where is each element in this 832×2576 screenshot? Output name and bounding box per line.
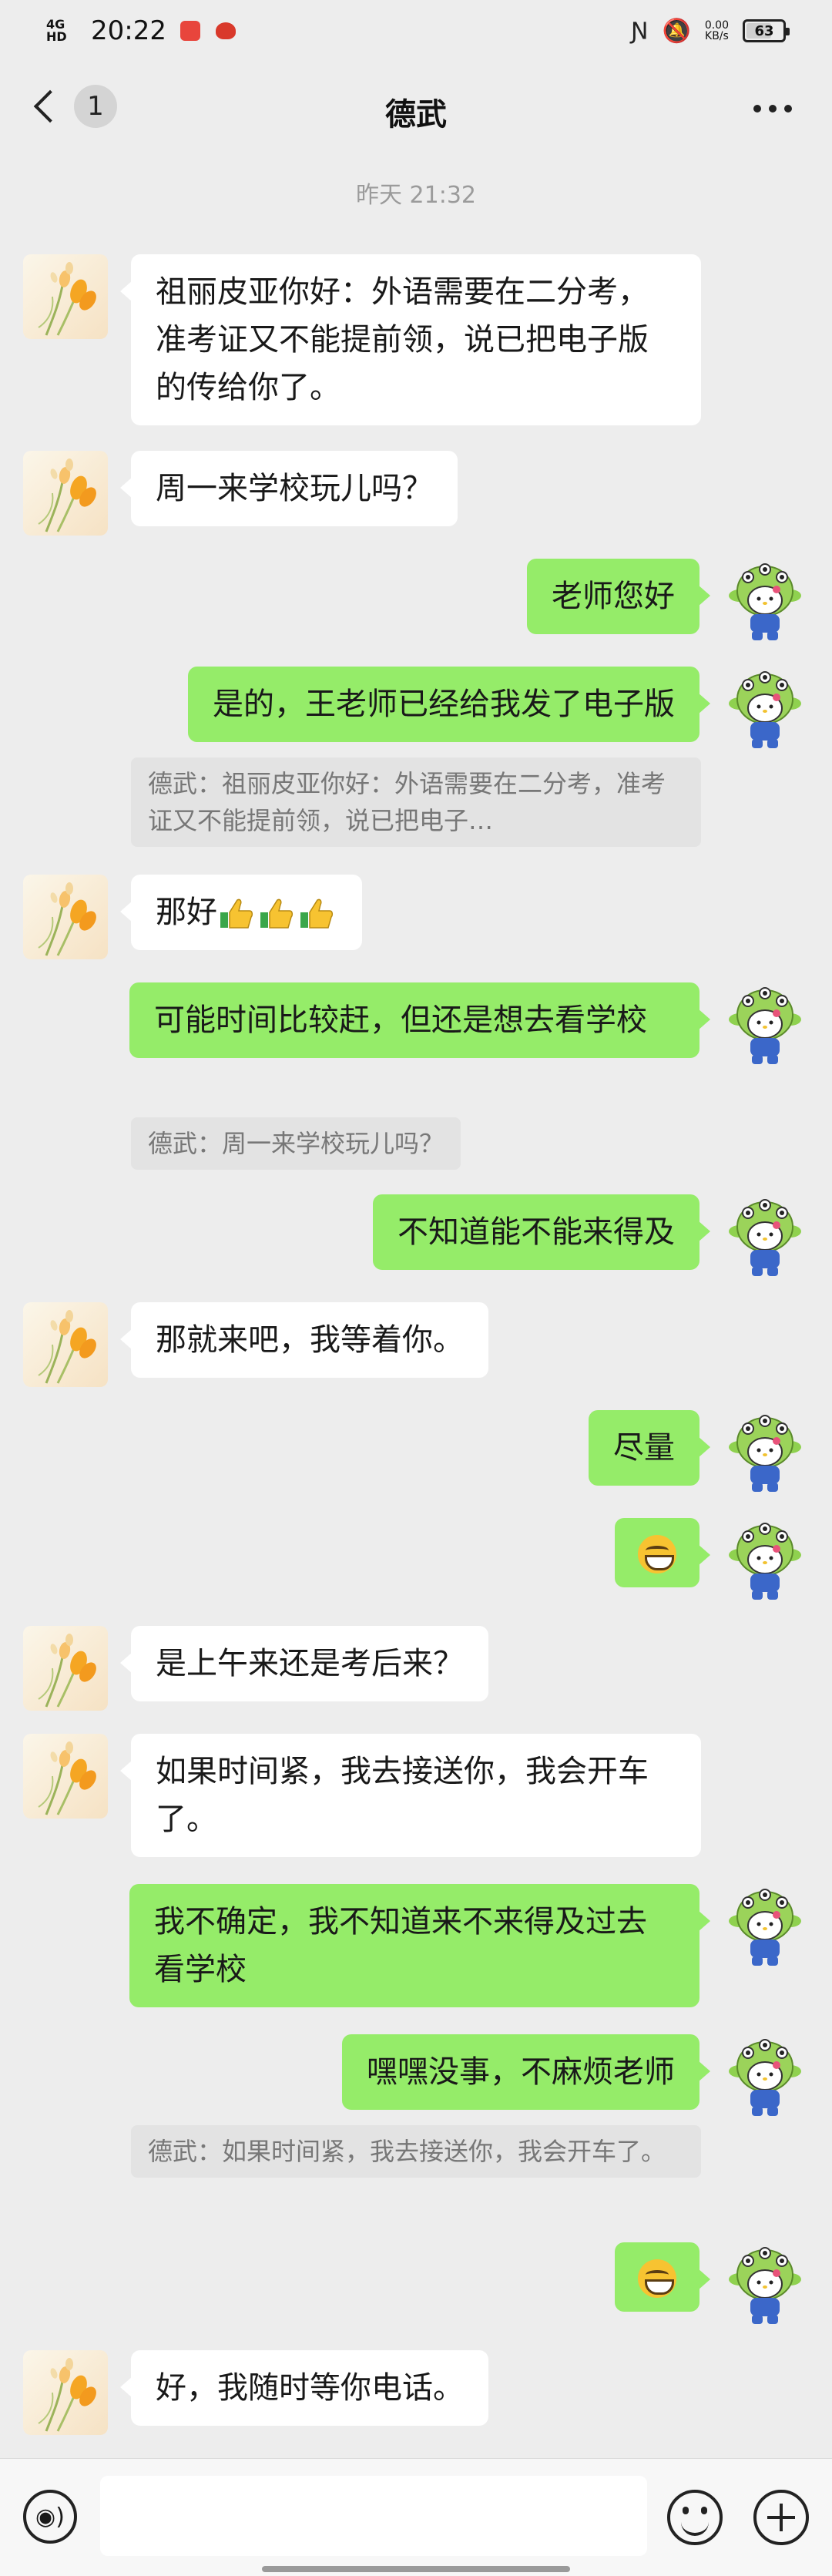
- incoming-message[interactable]: 那就来吧，我等着你。: [120, 1302, 488, 1378]
- my-avatar[interactable]: [723, 1518, 807, 1603]
- outgoing-message[interactable]: 嘿嘿没事，不麻烦老师: [342, 2034, 710, 2110]
- chat-header: 1 德武: [0, 62, 832, 158]
- incoming-message[interactable]: 那好: [120, 875, 362, 950]
- incoming-message[interactable]: 周一来学校玩儿吗？: [120, 451, 458, 526]
- contact-avatar[interactable]: [23, 451, 108, 536]
- contact-avatar[interactable]: [23, 1302, 108, 1387]
- outgoing-message[interactable]: 我不确定，我不知道来不来得及过去看学校: [129, 1884, 710, 2007]
- signal-icon: 4G HD: [46, 17, 67, 44]
- app-notification-icon-2: [215, 22, 236, 39]
- input-bar: ◉): [0, 2458, 832, 2576]
- thumbs-up-icon: [300, 898, 334, 929]
- outgoing-message[interactable]: [615, 2242, 710, 2312]
- outgoing-message[interactable]: 老师您好: [527, 559, 710, 634]
- contact-avatar[interactable]: [23, 254, 108, 339]
- incoming-message[interactable]: 是上午来还是考后来？: [120, 1626, 488, 1701]
- quoted-message[interactable]: 德武：祖丽皮亚你好：外语需要在二分考，准考证又不能提前领，说已把电子…: [131, 757, 701, 847]
- outgoing-message[interactable]: 可能时间比较赶，但还是想去看学校: [129, 982, 710, 1058]
- grin-emoji-icon: [638, 1535, 676, 1573]
- timestamp: 昨天 21:32: [356, 182, 476, 209]
- mute-icon: 🔕: [662, 17, 691, 45]
- outgoing-message[interactable]: [615, 1518, 710, 1587]
- plus-icon[interactable]: [753, 2490, 809, 2545]
- outgoing-message[interactable]: 是的，王老师已经给我发了电子版: [188, 667, 710, 742]
- grin-emoji-icon: [638, 2259, 676, 2298]
- my-avatar[interactable]: [723, 1194, 807, 1279]
- status-time: 20:22: [91, 15, 166, 46]
- battery-icon: 63: [743, 19, 790, 42]
- quoted-message[interactable]: 德武：如果时间紧，我去接送你，我会开车了。: [131, 2125, 701, 2178]
- thumbs-up-icon: [220, 898, 253, 929]
- emoji-icon[interactable]: [667, 2490, 723, 2545]
- more-icon[interactable]: [753, 105, 792, 113]
- thumbs-up-icon: [260, 898, 294, 929]
- contact-avatar[interactable]: [23, 1626, 108, 1711]
- app-notification-icon: [179, 21, 200, 41]
- message-input[interactable]: [100, 2476, 647, 2556]
- quoted-message[interactable]: 德武：周一来学校玩儿吗？: [131, 1117, 461, 1170]
- contact-avatar[interactable]: [23, 1734, 108, 1819]
- voice-icon[interactable]: ◉): [23, 2490, 77, 2544]
- my-avatar[interactable]: [723, 667, 807, 751]
- network-speed: 0.00 KB/s: [704, 19, 729, 42]
- incoming-message[interactable]: 如果时间紧，我去接送你，我会开车了。: [120, 1734, 701, 1857]
- my-avatar[interactable]: [723, 1884, 807, 1969]
- my-avatar[interactable]: [723, 2242, 807, 2327]
- my-avatar[interactable]: [723, 1410, 807, 1495]
- contact-avatar[interactable]: [23, 2350, 108, 2435]
- outgoing-message[interactable]: 不知道能不能来得及: [373, 1194, 710, 1270]
- status-bar: 4G HD 20:22 Ɲ 🔕 0.00 KB/s 63: [0, 0, 832, 62]
- chat-title: 德武: [385, 97, 447, 133]
- my-avatar[interactable]: [723, 982, 807, 1067]
- my-avatar[interactable]: [723, 2034, 807, 2119]
- incoming-message[interactable]: 祖丽皮亚你好：外语需要在二分考，准考证又不能提前领，说已把电子版的传给你了。: [120, 254, 701, 425]
- nfc-icon: Ɲ: [631, 17, 649, 45]
- outgoing-message[interactable]: 尽量: [589, 1410, 710, 1486]
- my-avatar[interactable]: [723, 559, 807, 643]
- home-indicator[interactable]: [262, 2566, 570, 2572]
- contact-avatar[interactable]: [23, 875, 108, 959]
- incoming-message[interactable]: 好，我随时等你电话。: [120, 2350, 488, 2426]
